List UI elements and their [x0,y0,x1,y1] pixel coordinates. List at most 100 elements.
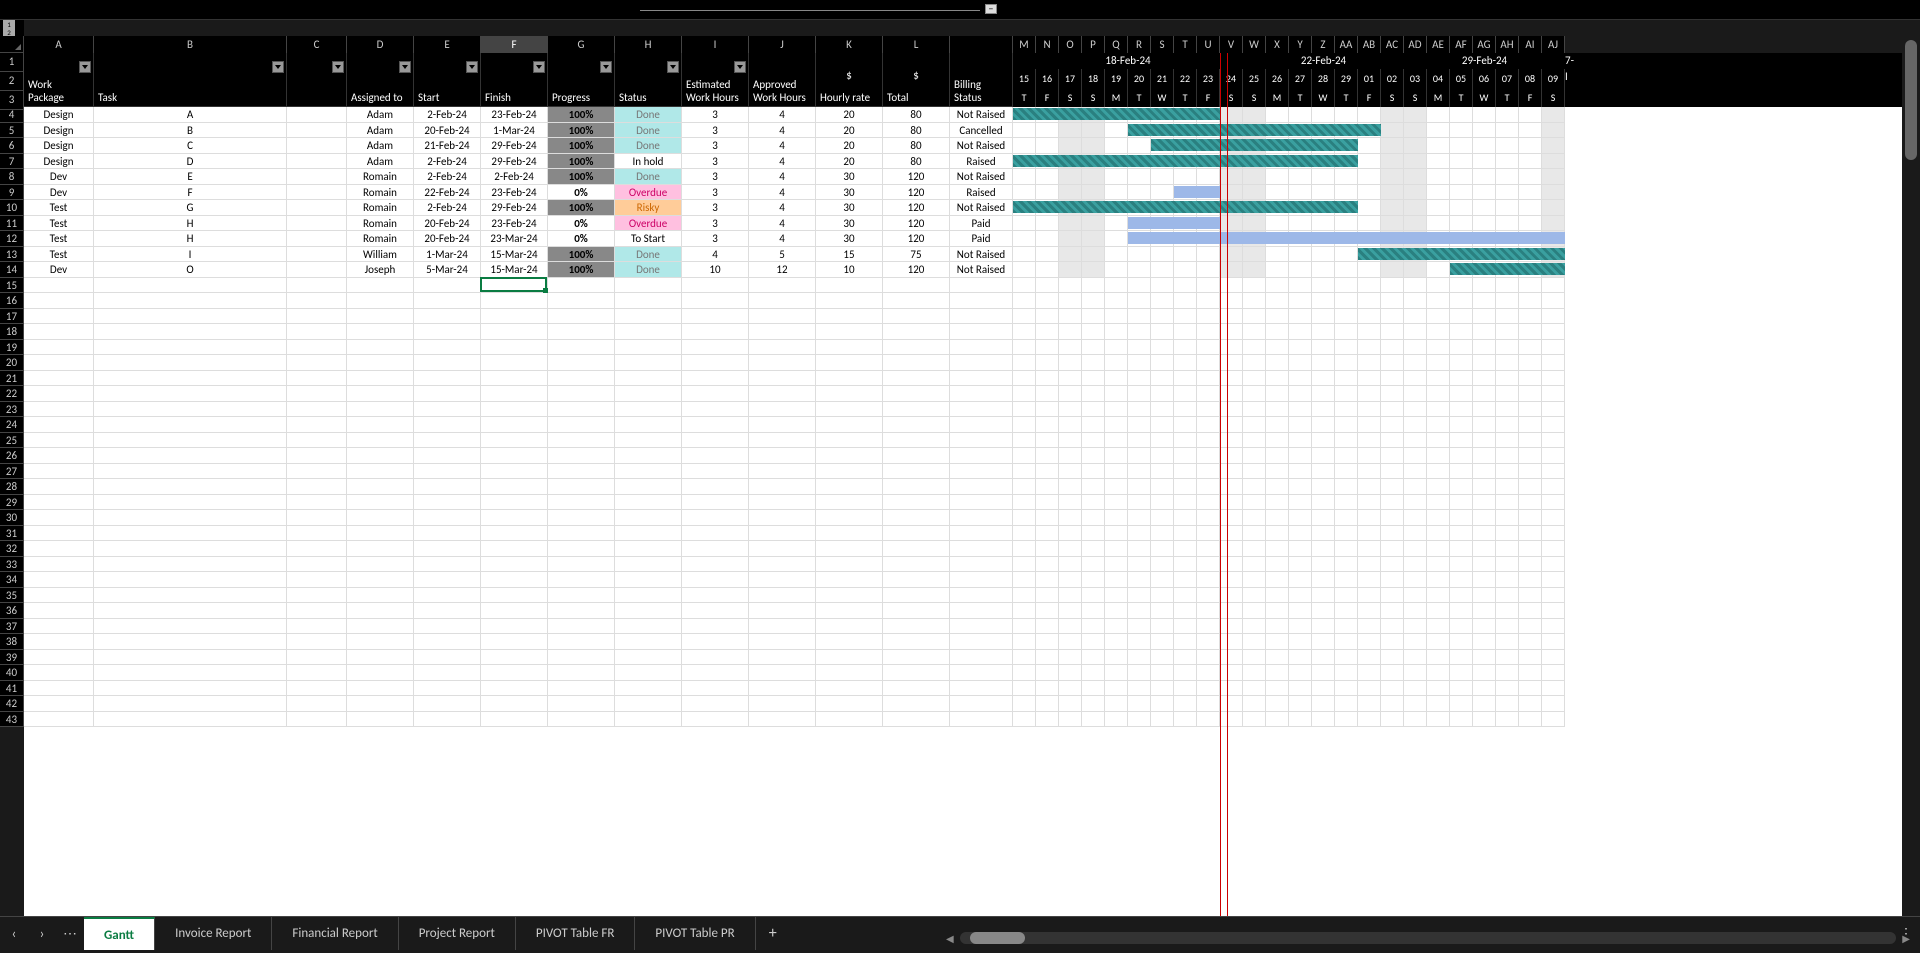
cell[interactable] [1289,293,1312,309]
hscroll-left-arrow[interactable]: ◀ [946,932,954,945]
col-header-AD[interactable]: AD [1404,36,1427,53]
cell[interactable] [950,572,1013,588]
cell[interactable] [287,386,347,402]
cell[interactable] [1059,278,1082,294]
cell[interactable] [950,712,1013,728]
cell[interactable] [1450,634,1473,650]
cell[interactable] [883,340,950,356]
timeline-cell[interactable] [1082,231,1105,247]
cell[interactable] [816,696,883,712]
cell[interactable] [749,650,816,666]
cell[interactable] [1519,371,1542,387]
col-header-C[interactable]: C [287,36,347,53]
cell[interactable] [1151,557,1174,573]
row-header-13[interactable]: 13 [0,247,24,263]
cell[interactable] [950,681,1013,697]
row-header-1[interactable]: 1 [0,53,23,72]
timeline-cell[interactable] [1105,216,1128,232]
cell[interactable] [1289,696,1312,712]
cell[interactable] [883,278,950,294]
cell[interactable] [816,541,883,557]
cell[interactable] [481,293,548,309]
cell[interactable]: Not Raised [950,169,1013,185]
cell[interactable]: Not Raised [950,200,1013,216]
cell[interactable] [749,665,816,681]
cell[interactable] [1519,541,1542,557]
cell[interactable] [1335,355,1358,371]
cell[interactable]: 15-Mar-24 [481,247,548,263]
cell[interactable] [1358,293,1381,309]
cell[interactable] [682,634,749,650]
col-header-B[interactable]: B [94,36,287,53]
cell[interactable] [1243,572,1266,588]
cell[interactable] [414,557,481,573]
cell[interactable] [1312,309,1335,325]
cell[interactable] [1335,526,1358,542]
timeline-cell[interactable] [1013,169,1036,185]
cell[interactable] [883,510,950,526]
cell[interactable] [1335,495,1358,511]
cell[interactable] [481,619,548,635]
cell[interactable] [1036,371,1059,387]
cell[interactable] [749,712,816,728]
cell[interactable] [1473,634,1496,650]
cell[interactable] [1128,603,1151,619]
cell[interactable] [1197,340,1220,356]
cell[interactable] [1059,293,1082,309]
cell[interactable]: Cancelled [950,123,1013,139]
cell[interactable] [1082,572,1105,588]
cell[interactable] [816,634,883,650]
cell[interactable] [1243,588,1266,604]
cell[interactable] [749,309,816,325]
vertical-scrollbar[interactable] [1902,20,1920,916]
cell[interactable] [1013,386,1036,402]
cell[interactable] [1404,371,1427,387]
cell[interactable] [1036,588,1059,604]
cell[interactable] [1404,448,1427,464]
cell[interactable] [1312,650,1335,666]
cell[interactable] [682,541,749,557]
cell[interactable] [1289,681,1312,697]
col-header-hidden[interactable] [950,36,1013,53]
timeline-cell[interactable] [1197,169,1220,185]
cell[interactable] [94,448,287,464]
cell[interactable] [615,433,682,449]
cell[interactable] [1312,510,1335,526]
cell[interactable] [615,588,682,604]
col-header-Z[interactable]: Z [1312,36,1335,53]
cell[interactable] [1243,448,1266,464]
cell[interactable] [1128,340,1151,356]
cell[interactable] [24,448,94,464]
cell[interactable] [24,402,94,418]
cell[interactable] [1174,696,1197,712]
cell[interactable]: 20 [816,123,883,139]
cell[interactable] [1542,324,1565,340]
cell[interactable] [1128,650,1151,666]
cell[interactable] [1266,603,1289,619]
cell[interactable] [481,324,548,340]
cell[interactable] [615,634,682,650]
cell[interactable]: Overdue [615,216,682,232]
cell[interactable] [1358,386,1381,402]
cell[interactable]: 20 [816,107,883,123]
cell[interactable] [1335,510,1358,526]
cell[interactable] [816,495,883,511]
cell[interactable] [1312,495,1335,511]
cell[interactable] [1358,433,1381,449]
cell[interactable] [1266,634,1289,650]
row-header-20[interactable]: 20 [0,355,24,371]
cell[interactable] [1496,557,1519,573]
cell[interactable] [1450,433,1473,449]
timeline-cell[interactable] [1151,185,1174,201]
cell[interactable] [1174,433,1197,449]
row-header-41[interactable]: 41 [0,681,24,697]
cell[interactable] [1450,324,1473,340]
gantt-bar[interactable] [1174,186,1220,198]
cell[interactable]: 100% [548,154,615,170]
cell[interactable] [1266,479,1289,495]
col-header-S[interactable]: S [1151,36,1174,53]
cell[interactable] [1427,541,1450,557]
cell[interactable] [481,340,548,356]
cell[interactable] [1059,371,1082,387]
cell[interactable] [1059,464,1082,480]
